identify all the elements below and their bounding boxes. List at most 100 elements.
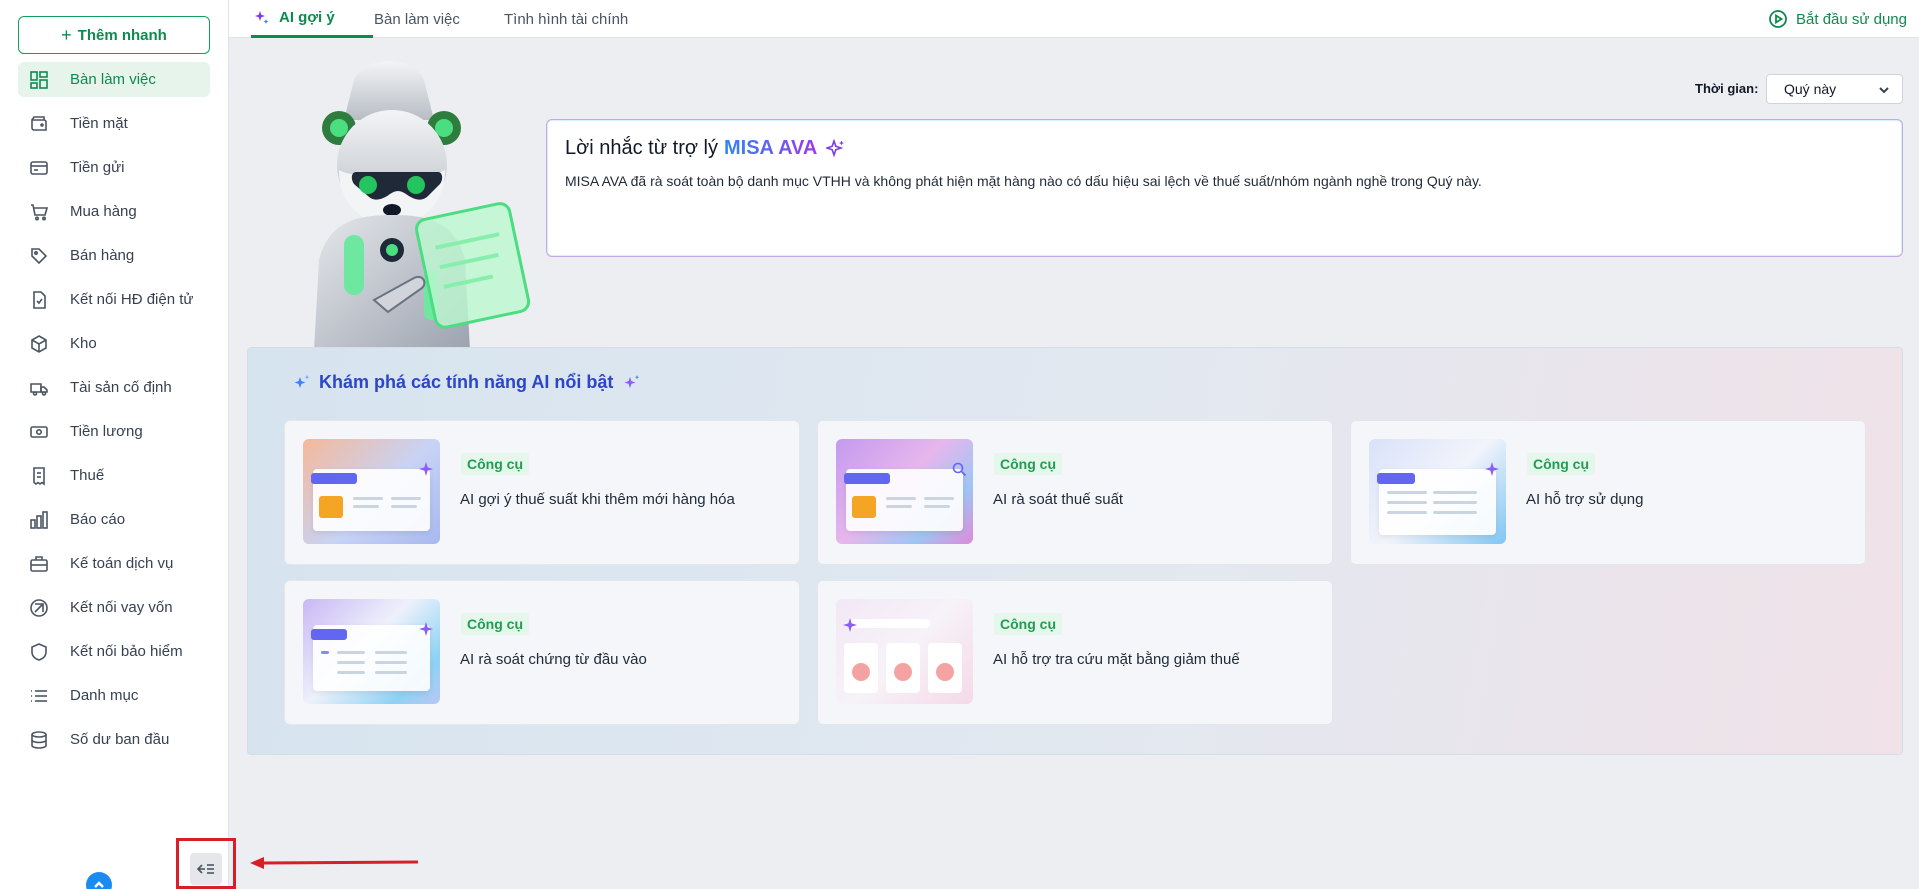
arrow-annotation-icon <box>250 857 419 869</box>
sparkle-icon <box>294 374 310 388</box>
truck-icon <box>28 377 50 399</box>
start-using-link[interactable]: Bắt đầu sử dụng <box>1768 0 1907 38</box>
tool-tag: Công cụ <box>461 613 529 635</box>
play-circle-icon <box>1769 10 1787 28</box>
sparkle-icon <box>419 462 433 476</box>
sparkle-icon <box>624 374 640 388</box>
sidebar-item-label: Mua hàng <box>70 203 137 220</box>
time-filter-value: Quý này <box>1784 81 1837 97</box>
tool-card-ra-soat-chung-tu[interactable]: Công cụ AI rà soát chứng từ đầu vào <box>284 580 800 725</box>
loan-icon <box>28 597 50 619</box>
sidebar-item-danh-muc[interactable]: Danh mục <box>18 678 210 713</box>
tab-ban-lam-viec[interactable]: Bàn làm việc <box>374 0 460 38</box>
sidebar-item-label: Tiền mặt <box>70 115 128 132</box>
scroll-up-button[interactable] <box>86 872 112 889</box>
tab-label: Bàn làm việc <box>374 10 460 28</box>
tool-tag: Công cụ <box>461 453 529 475</box>
sidebar: + Thêm nhanh Bàn làm việc Tiền mặt Tiền … <box>0 0 229 889</box>
tool-name: AI hỗ trợ tra cứu mặt bằng giảm thuế <box>993 651 1240 668</box>
sidebar-item-label: Bàn làm việc <box>70 71 156 88</box>
sidebar-item-label: Số dư ban đầu <box>70 731 170 748</box>
database-icon <box>28 729 50 751</box>
highlight-box <box>176 838 236 889</box>
tool-tag: Công cụ <box>1527 453 1595 475</box>
tool-thumbnail <box>303 439 440 544</box>
box-icon <box>28 333 50 355</box>
cart-icon <box>28 201 50 223</box>
invoice-icon <box>28 289 50 311</box>
dashboard-icon <box>28 69 50 91</box>
tool-name: AI rà soát thuế suất <box>993 491 1124 508</box>
ai-features-heading-text: Khám phá các tính năng AI nổi bật <box>319 372 614 392</box>
list-icon <box>28 685 50 707</box>
sidebar-item-label: Thuế <box>70 467 105 484</box>
sidebar-item-so-du[interactable]: Số dư ban đầu <box>18 722 210 757</box>
time-filter-select[interactable]: Quý này <box>1766 74 1903 104</box>
top-tab-bar: AI gợi ý Bàn làm việc Tình hình tài chín… <box>229 0 1919 38</box>
sidebar-item-bao-hiem[interactable]: Kết nối bảo hiểm <box>18 634 210 669</box>
sidebar-item-bao-cao[interactable]: Báo cáo <box>18 502 210 537</box>
tool-card-ho-tro-su-dung[interactable]: Công cụ AI hỗ trợ sử dụng <box>1350 420 1866 565</box>
tool-card-goi-y-thue-suat[interactable]: Công cụ AI gợi ý thuế suất khi thêm mới … <box>284 420 800 565</box>
sidebar-item-label: Bán hàng <box>70 247 135 264</box>
tool-card-ra-soat-thue-suat[interactable]: Công cụ AI rà soát thuế suất <box>817 420 1333 565</box>
bar-chart-icon <box>28 509 50 531</box>
reminder-message: MISA AVA đã rà soát toàn bộ danh mục VTH… <box>565 173 1482 189</box>
sidebar-item-label: Kết nối bảo hiểm <box>70 643 183 660</box>
tab-label: Tình hình tài chính <box>504 10 629 28</box>
start-using-label: Bắt đầu sử dụng <box>1796 10 1907 28</box>
tab-ai-goi-y[interactable]: AI gợi ý <box>251 0 373 38</box>
sidebar-item-tai-san[interactable]: Tài sản cố định <box>18 370 210 405</box>
shield-icon <box>28 641 50 663</box>
plus-icon: + <box>61 24 72 45</box>
sidebar-item-thue[interactable]: Thuế <box>18 458 210 493</box>
tool-tag: Công cụ <box>994 613 1062 635</box>
ai-reminder-card: Lời nhắc từ trợ lý MISA AVA MISA AVA đã … <box>546 119 1903 257</box>
tool-card-tra-cuu-giam-thue[interactable]: Công cụ AI hỗ trợ tra cứu mặt bằng giảm … <box>817 580 1333 725</box>
ai-features-panel: Khám phá các tính năng AI nổi bật Công c… <box>247 347 1903 755</box>
reminder-title-text: Lời nhắc từ trợ lý <box>565 137 718 159</box>
sidebar-item-tien-luong[interactable]: Tiền lương <box>18 414 210 449</box>
tool-name: AI hỗ trợ sử dụng <box>1526 491 1644 508</box>
sidebar-item-vay-von[interactable]: Kết nối vay vốn <box>18 590 210 625</box>
tab-label: AI gợi ý <box>279 9 335 26</box>
reminder-brand: MISA AVA <box>724 137 818 159</box>
reminder-title: Lời nhắc từ trợ lý MISA AVA <box>565 137 846 160</box>
chevron-up-icon <box>94 881 104 888</box>
sidebar-nav: Bàn làm việc Tiền mặt Tiền gửi Mua hàng … <box>18 62 210 766</box>
sidebar-item-ke-toan-dv[interactable]: Kế toán dịch vụ <box>18 546 210 581</box>
sidebar-item-label: Báo cáo <box>70 511 126 528</box>
sidebar-item-ban-hang[interactable]: Bán hàng <box>18 238 210 273</box>
sidebar-item-kho[interactable]: Kho <box>18 326 210 361</box>
tab-tinh-hinh-tai-chinh[interactable]: Tình hình tài chính <box>504 0 628 38</box>
sidebar-item-mua-hang[interactable]: Mua hàng <box>18 194 210 229</box>
tool-thumbnail <box>1369 439 1506 544</box>
card-icon <box>28 157 50 179</box>
sidebar-item-label: Tiền lương <box>70 423 143 440</box>
sidebar-item-ban-lam-viec[interactable]: Bàn làm việc <box>18 62 210 97</box>
sparkle-icon <box>1485 462 1499 476</box>
sidebar-item-label: Kết nối HĐ điện tử <box>70 291 194 308</box>
sidebar-item-label: Kết nối vay vốn <box>70 599 173 616</box>
receipt-icon <box>28 465 50 487</box>
sidebar-item-tien-gui[interactable]: Tiền gửi <box>18 150 210 185</box>
tag-icon <box>28 245 50 267</box>
sidebar-item-ket-noi-hd[interactable]: Kết nối HĐ điện tử <box>18 282 210 317</box>
ava-robot-mascot <box>314 61 531 350</box>
sparkle-icon <box>419 622 433 636</box>
briefcase-icon <box>28 553 50 575</box>
sidebar-item-label: Kế toán dịch vụ <box>70 555 174 572</box>
chevron-down-icon <box>1879 87 1889 94</box>
quick-add-label: Thêm nhanh <box>77 26 167 44</box>
sparkle-icon <box>826 138 845 157</box>
tool-thumbnail <box>836 439 973 544</box>
tool-thumbnail <box>303 599 440 704</box>
tool-name: AI rà soát chứng từ đầu vào <box>460 651 647 668</box>
time-filter-label: Thời gian: <box>1695 81 1759 96</box>
sidebar-item-label: Kho <box>70 335 97 352</box>
tool-tag: Công cụ <box>994 453 1062 475</box>
sparkle-icon <box>255 10 269 24</box>
quick-add-button[interactable]: + Thêm nhanh <box>18 16 210 54</box>
sidebar-item-tien-mat[interactable]: Tiền mặt <box>18 106 210 141</box>
sparkle-icon <box>843 618 857 632</box>
